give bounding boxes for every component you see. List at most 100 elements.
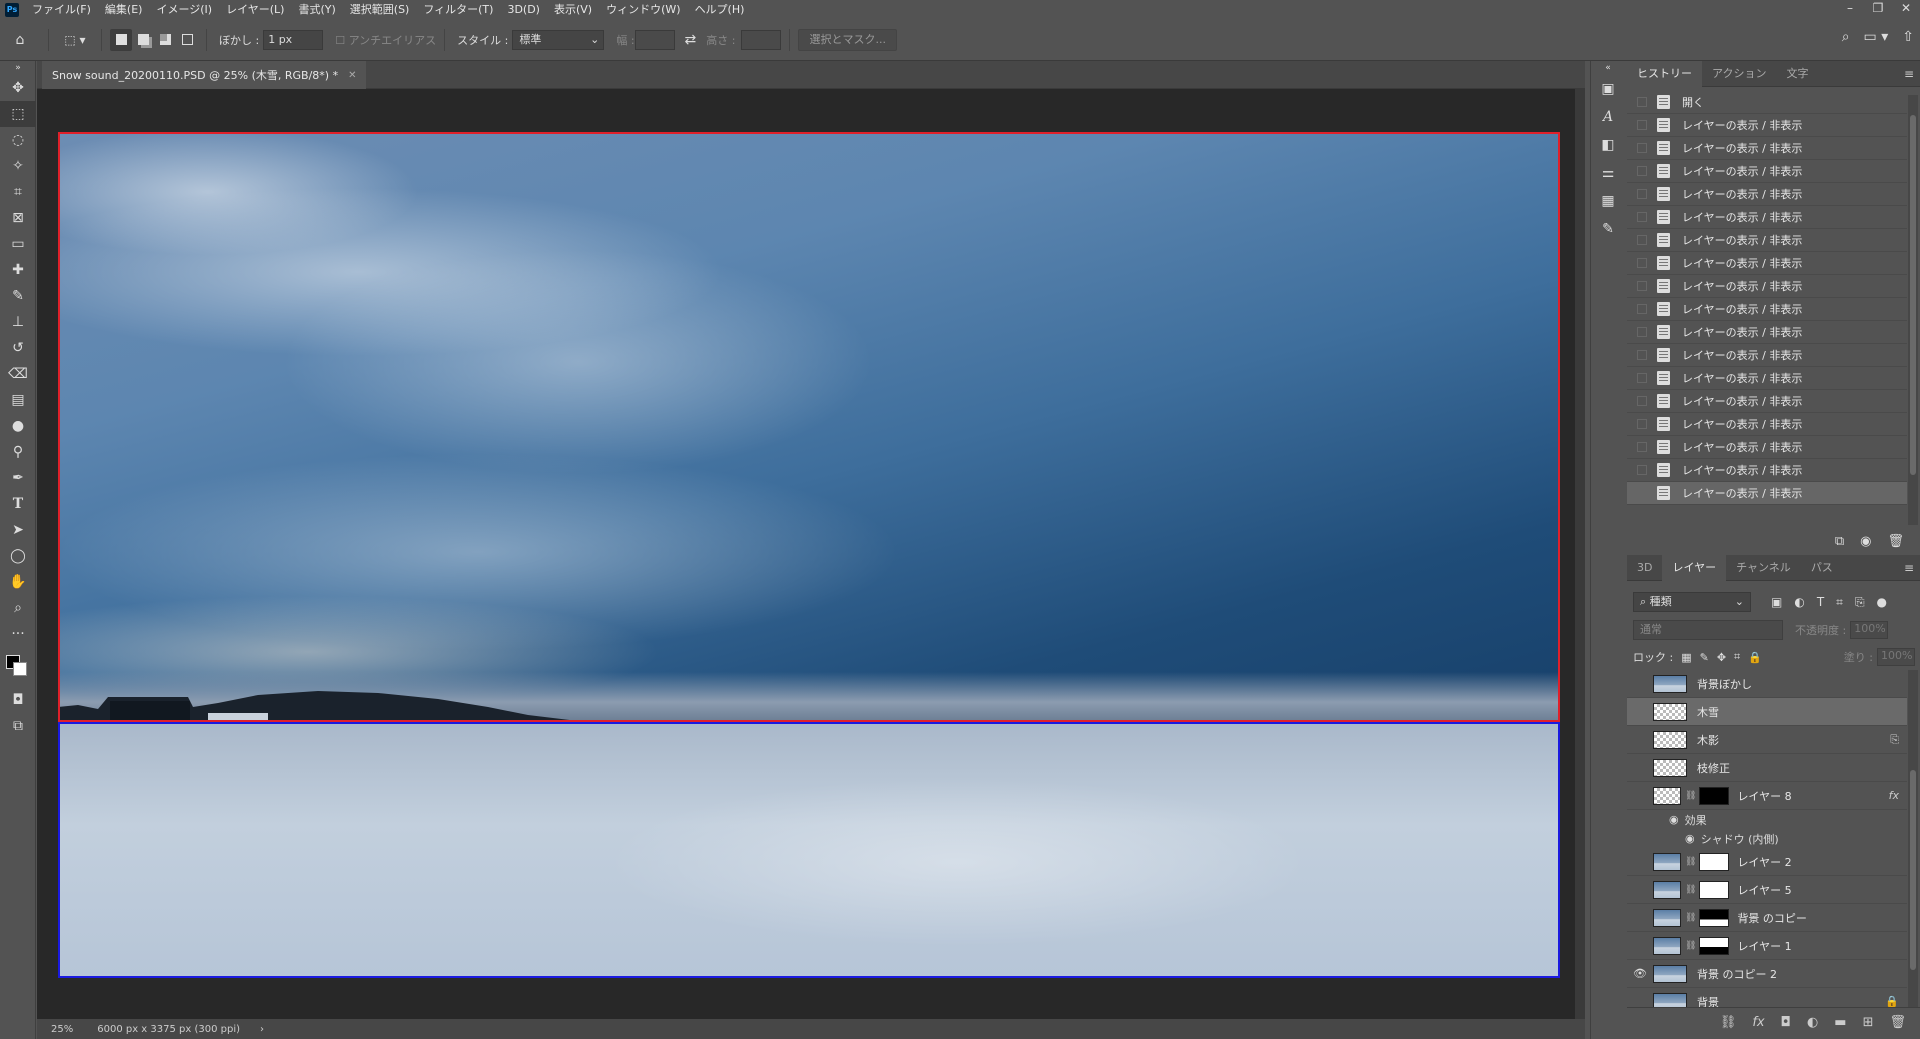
history-scrollbar[interactable] [1908, 95, 1918, 525]
menu-select[interactable]: 選択範囲(S) [343, 0, 417, 19]
history-source-checkbox[interactable] [1637, 235, 1647, 245]
properties-panel-icon[interactable]: ◧ [1591, 131, 1625, 159]
lock-transparent-icon[interactable]: ▦ [1681, 651, 1691, 664]
filter-adjustment-icon[interactable]: ◐ [1794, 595, 1804, 610]
close-tab-icon[interactable]: ✕ [348, 70, 356, 81]
new-document-from-state-icon[interactable]: ⧉ [1835, 534, 1844, 549]
feather-input[interactable]: 1 px [263, 29, 324, 50]
history-item[interactable]: レイヤーの表示 / 非表示 [1627, 321, 1907, 344]
layers-scroll-thumb[interactable] [1910, 770, 1916, 970]
history-source-checkbox[interactable] [1637, 166, 1647, 176]
width-input[interactable] [634, 29, 675, 50]
intersect-selection-button[interactable] [176, 29, 198, 51]
frame-tool-icon[interactable]: ⊠ [0, 205, 36, 231]
gradient-tool-icon[interactable]: ▤ [0, 387, 36, 413]
layer-row[interactable]: 木雪 [1627, 698, 1907, 726]
menu-file[interactable]: ファイル(F) [25, 0, 98, 19]
history-item[interactable]: レイヤーの表示 / 非表示 [1627, 206, 1907, 229]
add-mask-icon[interactable]: ◘ [1781, 1015, 1791, 1030]
brush-tool-icon[interactable]: ✎ [0, 283, 36, 309]
link-layers-icon[interactable]: ⛓ [1720, 1015, 1737, 1030]
history-item[interactable]: レイヤーの表示 / 非表示 [1627, 367, 1907, 390]
history-item[interactable]: レイヤーの表示 / 非表示 [1627, 114, 1907, 137]
layer-row[interactable]: ⛓ レイヤー 2 [1627, 848, 1907, 876]
history-source-checkbox[interactable] [1637, 350, 1647, 360]
document-canvas[interactable] [58, 132, 1560, 978]
collapse-toolbar-icon[interactable]: » [0, 61, 36, 75]
filter-type-icon[interactable]: T [1817, 595, 1824, 610]
history-brush-tool-icon[interactable]: ↺ [0, 335, 36, 361]
pen-tool-icon[interactable]: ✒ [0, 465, 36, 491]
history-source-checkbox[interactable] [1637, 304, 1647, 314]
link-icon[interactable]: ⛓ [1685, 791, 1696, 801]
history-source-checkbox[interactable] [1637, 189, 1647, 199]
tab-channels[interactable]: チャンネル [1726, 555, 1801, 581]
blend-mode-select[interactable]: 通常 [1633, 620, 1783, 640]
ruler-tool-icon[interactable]: ▭ [0, 231, 36, 257]
new-layer-icon[interactable]: ⊞ [1863, 1015, 1874, 1030]
layer-mask-thumbnail[interactable] [1699, 880, 1730, 899]
histogram-panel-icon[interactable]: ▦ [1591, 187, 1625, 215]
filter-shape-icon[interactable]: ⌗ [1836, 595, 1843, 610]
ellipse-tool-icon[interactable]: ◯ [0, 543, 36, 569]
healing-brush-tool-icon[interactable]: ✚ [0, 257, 36, 283]
history-item[interactable]: レイヤーの表示 / 非表示 [1627, 390, 1907, 413]
minimize-icon[interactable]: – [1836, 0, 1864, 19]
tab-history[interactable]: ヒストリー [1627, 60, 1702, 87]
document-tab[interactable]: Snow sound_20200110.PSD @ 25% (木雪, RGB/8… [42, 61, 367, 89]
eraser-tool-icon[interactable]: ⌫ [0, 361, 36, 387]
link-icon[interactable]: ⛓ [1685, 913, 1696, 923]
layer-mask-thumbnail[interactable] [1699, 852, 1730, 871]
lock-artboard-icon[interactable]: ⌗ [1734, 650, 1740, 664]
fill-input[interactable]: 100% [1877, 648, 1915, 666]
brush-settings-icon[interactable]: ✎ [1591, 215, 1625, 243]
restore-icon[interactable]: ❐ [1864, 0, 1892, 19]
trash-icon[interactable]: 🗑 [1887, 534, 1904, 549]
effect-item-row[interactable]: ◉ シャドウ (内側) [1627, 829, 1907, 848]
home-icon[interactable]: ⌂ [0, 32, 40, 48]
marquee-preset-icon[interactable]: ⬚ ▾ [57, 33, 93, 47]
layer-row[interactable]: 枝修正 [1627, 754, 1907, 782]
antialias-checkbox[interactable]: ☐ アンチエイリアス [335, 32, 436, 48]
layer-row[interactable]: 👁 背景 のコピー 2 [1627, 960, 1907, 988]
style-select[interactable]: 標準 ⌄ [512, 29, 605, 50]
tab-actions[interactable]: アクション [1702, 61, 1776, 87]
history-item[interactable]: レイヤーの表示 / 非表示 [1627, 413, 1907, 436]
tab-paths[interactable]: パス [1801, 555, 1843, 581]
zoom-tool-icon[interactable]: ⌕ [0, 595, 36, 621]
link-icon[interactable]: ⛓ [1685, 941, 1696, 951]
subtract-selection-button[interactable] [154, 29, 176, 51]
history-source-checkbox[interactable] [1637, 465, 1647, 475]
menu-help[interactable]: ヘルプ(H) [688, 0, 752, 19]
move-tool-icon[interactable]: ✥ [0, 75, 36, 101]
panel-menu-icon[interactable]: ≡ [1904, 67, 1914, 81]
history-item[interactable]: レイヤーの表示 / 非表示 [1627, 137, 1907, 160]
workspace-icon[interactable]: ▭ ▾ [1864, 29, 1889, 45]
layer-row[interactable]: 木影 ⎘ [1627, 726, 1907, 754]
layer-row[interactable]: ⛓ レイヤー 1 [1627, 932, 1907, 960]
history-source-checkbox[interactable] [1637, 120, 1647, 130]
canvas-area[interactable] [37, 89, 1585, 1019]
magic-wand-tool-icon[interactable]: ✧ [0, 153, 36, 179]
new-group-icon[interactable]: ▬ [1834, 1015, 1846, 1030]
dodge-tool-icon[interactable]: ⚲ [0, 439, 36, 465]
layer-mask-thumbnail[interactable] [1699, 908, 1730, 927]
new-selection-button[interactable] [110, 28, 132, 51]
layer-row[interactable]: 背景ぼかし [1627, 670, 1907, 698]
canvas-scrollbar[interactable] [1575, 89, 1585, 1019]
type-tool-icon[interactable]: T [0, 491, 36, 517]
history-item[interactable]: レイヤーの表示 / 非表示 [1627, 298, 1907, 321]
history-item[interactable]: レイヤーの表示 / 非表示 [1627, 252, 1907, 275]
blur-tool-icon[interactable]: ● [0, 413, 36, 439]
search-icon[interactable]: ⌕ [1842, 29, 1850, 45]
history-item[interactable]: レイヤーの表示 / 非表示 [1627, 160, 1907, 183]
zoom-level[interactable]: 25% [51, 1024, 73, 1035]
menu-type[interactable]: 書式(Y) [291, 0, 342, 19]
filter-toggle-icon[interactable]: ● [1877, 595, 1887, 610]
menu-edit[interactable]: 編集(E) [98, 0, 150, 19]
layer-row[interactable]: ⛓ レイヤー 5 [1627, 876, 1907, 904]
share-icon[interactable]: ⇧ [1902, 29, 1914, 45]
screen-mode-icon[interactable]: ⧉ [0, 713, 36, 739]
history-source-checkbox[interactable] [1637, 258, 1647, 268]
new-adjustment-icon[interactable]: ◐ [1807, 1015, 1818, 1030]
